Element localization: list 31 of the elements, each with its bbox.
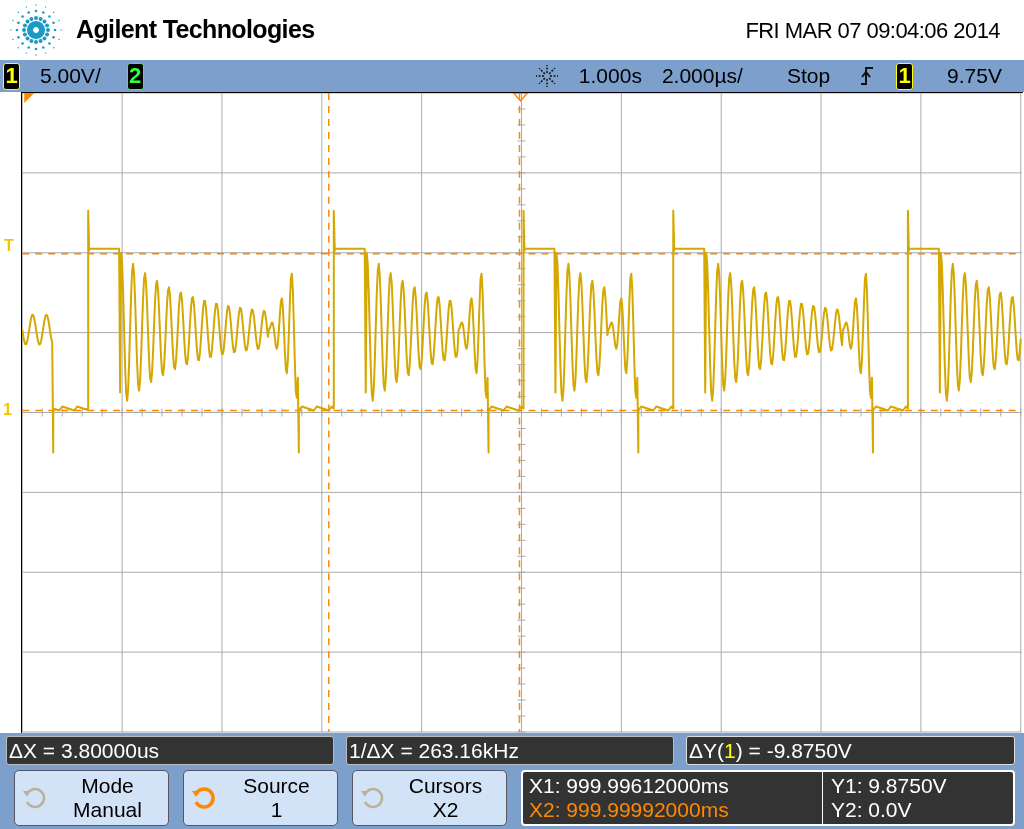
rotate-icon xyxy=(21,785,47,811)
rotate-icon xyxy=(359,785,385,811)
logo-icon xyxy=(8,4,64,56)
cursor-x-value: X1: 999.99612000ms xyxy=(529,774,730,798)
trigger-level-marker: T xyxy=(4,238,14,254)
cursor-y-value: Y2: 0.0V xyxy=(831,798,913,822)
date-time: FRI MAR 07 09:04:06 2014 xyxy=(745,16,1000,45)
ground-marker: 1 xyxy=(3,402,12,418)
vertical-scale: 5.00V/ xyxy=(40,63,101,90)
rising-edge-icon xyxy=(860,65,875,87)
timebase-value: 2.000µs/ xyxy=(661,63,743,90)
delay-icon xyxy=(534,64,559,88)
brand-name: Agilent Technologies xyxy=(76,14,315,46)
run-state: Stop xyxy=(786,63,831,90)
softkey[interactable]: Mode Manual xyxy=(14,770,169,826)
channel-badge[interactable]: 1 xyxy=(896,62,914,90)
cursor-x-value: X2: 999.99992000ms xyxy=(529,798,730,822)
cursor-line[interactable] xyxy=(328,92,330,733)
delta-y-readout: ΔY(1) = -9.8750V xyxy=(686,736,1015,765)
delay-value: 1.000s xyxy=(578,63,642,90)
cursor-line[interactable] xyxy=(518,92,521,733)
softkey[interactable]: Cursors X2 xyxy=(352,770,507,826)
softkey[interactable]: Source 1 xyxy=(183,770,338,826)
delta-x-readout: ΔX = 3.80000us xyxy=(6,736,334,765)
trigger-point-marker xyxy=(511,92,530,103)
cursor-y-value: Y1: 9.8750V xyxy=(831,774,948,798)
frequency-readout: 1/ΔX = 263.16kHz xyxy=(346,736,674,765)
channel-badge[interactable]: 2 xyxy=(126,62,144,90)
channel-badge[interactable]: 1 xyxy=(3,62,20,90)
trigger-level: 9.75V xyxy=(947,63,1002,90)
rotate-icon xyxy=(190,785,216,811)
